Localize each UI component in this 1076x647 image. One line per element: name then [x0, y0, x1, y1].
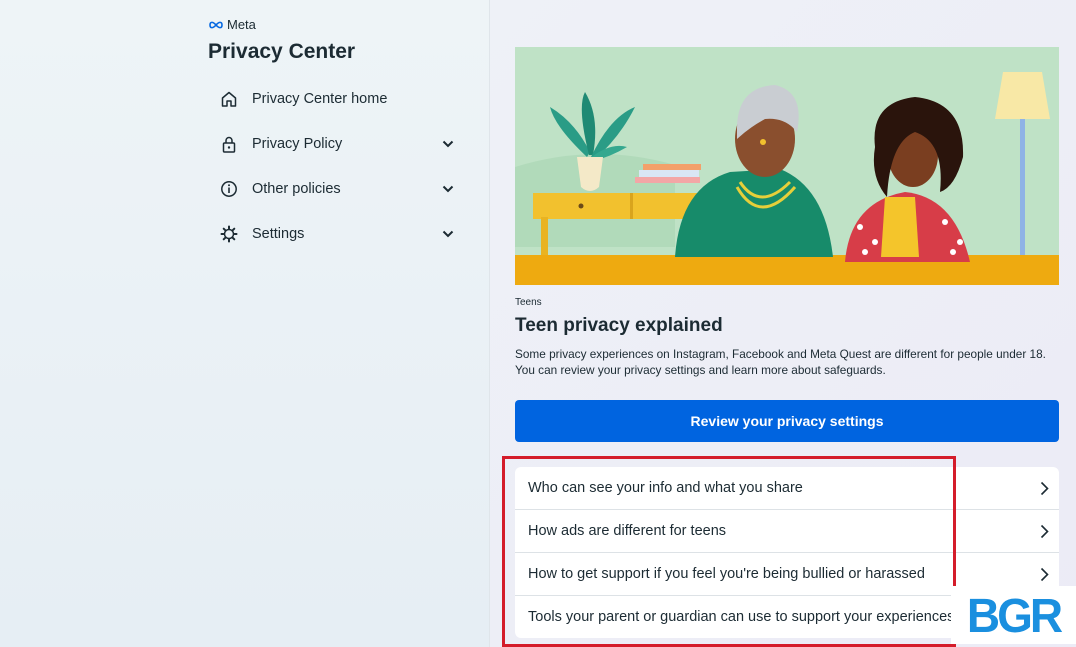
sidebar-item-label: Other policies	[252, 181, 341, 197]
gear-icon	[219, 224, 239, 244]
chevron-down-icon[interactable]	[441, 227, 455, 241]
meta-logo[interactable]: Meta	[208, 17, 256, 32]
hero-illustration	[515, 47, 1059, 285]
list-item-label: How ads are different for teens	[528, 523, 727, 539]
info-icon	[219, 179, 239, 199]
sidebar-item-label: Settings	[252, 226, 305, 242]
page-title: Privacy Center	[208, 40, 356, 63]
watermark-text: BGR	[966, 587, 1063, 643]
bgr-watermark-logo: BGR	[951, 586, 1076, 644]
sidebar-nav: Privacy Center home Privacy Policy Other…	[219, 84, 455, 264]
section-title: Teen privacy explained	[515, 315, 723, 336]
chevron-down-icon[interactable]	[441, 137, 455, 151]
chevron-right-icon	[1029, 524, 1059, 539]
section-description: Some privacy experiences on Instagram, F…	[515, 347, 1046, 377]
list-item-label: Who can see your info and what you share	[528, 480, 803, 496]
section-eyebrow: Teens	[515, 297, 542, 308]
brand-name: Meta	[227, 17, 256, 32]
chevron-right-icon	[1029, 481, 1059, 496]
lock-icon	[219, 134, 239, 154]
chevron-down-icon[interactable]	[441, 182, 455, 196]
review-privacy-settings-button[interactable]: Review your privacy settings	[515, 400, 1059, 442]
list-item[interactable]: How ads are different for teens	[515, 510, 1059, 553]
meta-infinity-icon	[209, 21, 223, 28]
sidebar-item-label: Privacy Policy	[252, 136, 343, 152]
sidebar-item-privacy-center-home[interactable]: Privacy Center home	[219, 84, 455, 114]
sidebar-item-privacy-policy[interactable]: Privacy Policy	[219, 129, 455, 159]
sidebar-item-label: Privacy Center home	[252, 91, 388, 107]
list-item-label: How to get support if you feel you're be…	[528, 566, 925, 582]
chevron-right-icon	[1029, 567, 1059, 582]
sidebar-item-settings[interactable]: Settings	[219, 219, 455, 249]
home-icon	[219, 89, 239, 109]
sidebar-item-other-policies[interactable]: Other policies	[219, 174, 455, 204]
list-item[interactable]: Who can see your info and what you share	[515, 467, 1059, 510]
